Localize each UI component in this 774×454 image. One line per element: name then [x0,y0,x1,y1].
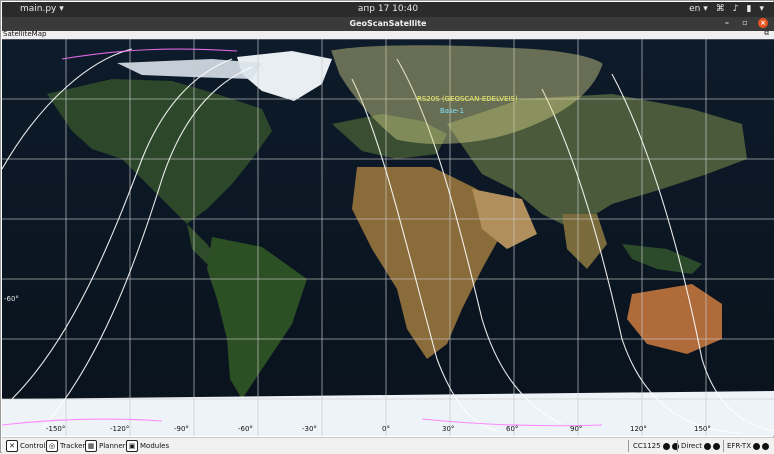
lon-label-11: 150° [694,425,711,433]
lon-label-10: 120° [630,425,647,433]
world-map-svg[interactable]: RS20S (GEOSCAN-EDELVEIS) Base-1 -60° -15… [2,39,774,436]
status-cc1125-indicator-1 [662,442,670,450]
latitude-label: -60° [4,295,19,303]
status-cc1125: CC1125 [633,440,679,452]
lon-label-9: 90° [570,425,582,433]
tracker-icon: ◎ [46,440,58,452]
lon-label-7: 30° [442,425,454,433]
maximize-button[interactable]: ▫ [740,18,750,28]
tab-modules[interactable]: ▣ Modules [126,440,169,452]
status-efr-tx: EFR-TX [727,440,769,452]
control-icon: ✕ [6,440,18,452]
status-cc1125-label: CC1125 [633,442,661,450]
tab-control[interactable]: ✕ Control [6,440,45,452]
planner-icon: ▦ [85,440,97,452]
status-direct: Direct [681,440,720,452]
window-title-bar: GeoScanSatellite – ▫ × [2,17,774,31]
volume-icon[interactable]: ♪ [733,4,739,14]
tab-planner-label: Planner [99,442,126,450]
station-label: Base-1 [440,107,464,115]
status-efr-tx-indicator-1 [752,442,760,450]
tab-modules-label: Modules [140,442,170,450]
window-title: GeoScanSatellite [349,19,427,28]
tab-planner[interactable]: ▦ Planner [85,440,126,452]
divider [628,440,629,452]
lon-label-4: -60° [238,425,253,433]
status-efr-tx-label: EFR-TX [727,442,751,450]
lon-label-6: 0° [382,425,390,433]
status-direct-indicator-2 [712,442,720,450]
status-efr-tx-indicator-2 [761,442,769,450]
app-window: main.py ▾ апр 17 10:40 en ▾ ⌘ ♪ ▮ ▾ GeoS… [0,0,774,454]
system-top-bar: main.py ▾ апр 17 10:40 en ▾ ⌘ ♪ ▮ ▾ [2,2,774,17]
lon-label-2: -120° [110,425,129,433]
network-icon[interactable]: ⌘ [716,4,725,14]
modules-icon: ▣ [126,440,138,452]
lon-label-5: -30° [302,425,317,433]
window-controls: – ▫ × [722,18,768,28]
battery-icon[interactable]: ▮ [747,4,752,14]
lon-label-8: 60° [506,425,518,433]
language-selector[interactable]: en ▾ [689,4,708,14]
bottom-bar: ✕ Control ◎ Tracker ▦ Planner ▣ Modules … [2,437,774,454]
status-direct-label: Direct [681,442,702,450]
status-direct-indicator-1 [703,442,711,450]
satellite-label: RS20S (GEOSCAN-EDELVEIS) [417,95,518,103]
tab-control-label: Control [20,442,46,450]
undock-icon[interactable]: ⧉ [764,29,769,38]
satellite-map[interactable]: RS20S (GEOSCAN-EDELVEIS) Base-1 -60° -15… [2,39,774,436]
lon-label-1: -150° [46,425,65,433]
lon-label-3: -90° [174,425,189,433]
divider [677,440,678,452]
tab-tracker[interactable]: ◎ Tracker [46,440,85,452]
close-button[interactable]: × [758,18,768,28]
minimize-button[interactable]: – [722,18,732,28]
tray: en ▾ ⌘ ♪ ▮ ▾ [689,4,764,14]
divider [723,440,724,452]
system-menu-icon[interactable]: ▾ [759,4,764,14]
clock[interactable]: апр 17 10:40 [2,4,774,14]
tab-tracker-label: Tracker [60,442,86,450]
map-panel-title: SatelliteMap [3,30,47,38]
map-panel-header: SatelliteMap ⧉ [2,29,774,39]
